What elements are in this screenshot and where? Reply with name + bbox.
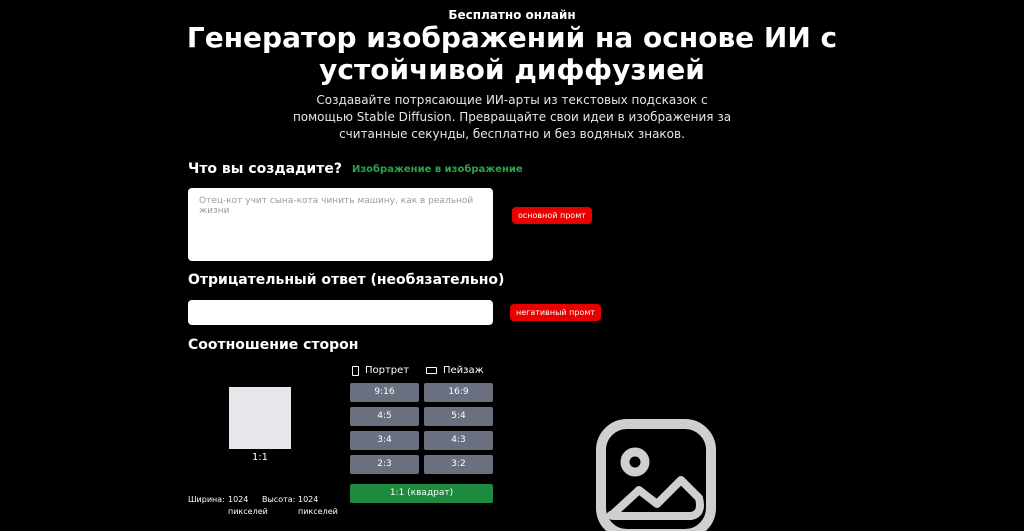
- page-subtitle: Создавайте потрясающие ИИ-арты из тексто…: [292, 93, 732, 141]
- ratio-button-5-4[interactable]: 5:4: [424, 407, 493, 426]
- height-number: 1024: [298, 495, 319, 504]
- image-icon: [596, 419, 716, 531]
- height-unit: пикселей: [298, 507, 338, 516]
- ratio-button-3-4[interactable]: 3:4: [350, 431, 419, 450]
- negative-prompt-tag: негативный промт: [510, 304, 602, 321]
- landscape-icon: [426, 367, 437, 374]
- negative-prompt-input[interactable]: [188, 300, 493, 325]
- ratio-button-16-9[interactable]: 16:9: [424, 383, 493, 402]
- aspect-ratio-label: Соотношение сторон: [188, 337, 359, 353]
- ratio-button-3-2[interactable]: 3:2: [424, 455, 493, 474]
- portrait-label: Портрет: [365, 365, 410, 376]
- prompt-textarea[interactable]: Отец-кот учит сына-кота чинить машину, к…: [188, 188, 493, 261]
- negative-prompt-label: Отрицательный ответ (необязательно): [188, 272, 505, 288]
- image-to-image-link[interactable]: Изображение в изображение: [352, 164, 523, 175]
- portrait-icon: [352, 365, 359, 376]
- width-label: Ширина:: [188, 495, 225, 504]
- prompt-label: Что вы создадите?: [188, 161, 342, 177]
- landscape-header: Пейзаж: [426, 365, 484, 376]
- aspect-ratio-preview: [229, 387, 291, 449]
- ratio-button-4-3[interactable]: 4:3: [424, 431, 493, 450]
- height-label: Высота:: [262, 495, 296, 504]
- portrait-header: Портрет: [352, 365, 409, 376]
- ratio-button-square[interactable]: 1:1 (квадрат): [350, 484, 493, 503]
- page-title: Генератор изображений на основе ИИ с уст…: [186, 21, 838, 86]
- main-prompt-tag: основной промт: [512, 207, 592, 224]
- height-value: 1024 пикселей: [298, 494, 338, 518]
- free-online-badge: Бесплатно онлайн: [448, 8, 576, 22]
- ratio-button-4-5[interactable]: 4:5: [350, 407, 419, 426]
- ratio-button-2-3[interactable]: 2:3: [350, 455, 419, 474]
- landscape-label: Пейзаж: [443, 365, 484, 376]
- aspect-ratio-preview-label: 1:1: [251, 452, 269, 463]
- ratio-button-9-16[interactable]: 9:16: [350, 383, 419, 402]
- prompt-placeholder: Отец-кот учит сына-кота чинить машину, к…: [199, 196, 474, 216]
- width-unit: пикселей: [228, 507, 268, 516]
